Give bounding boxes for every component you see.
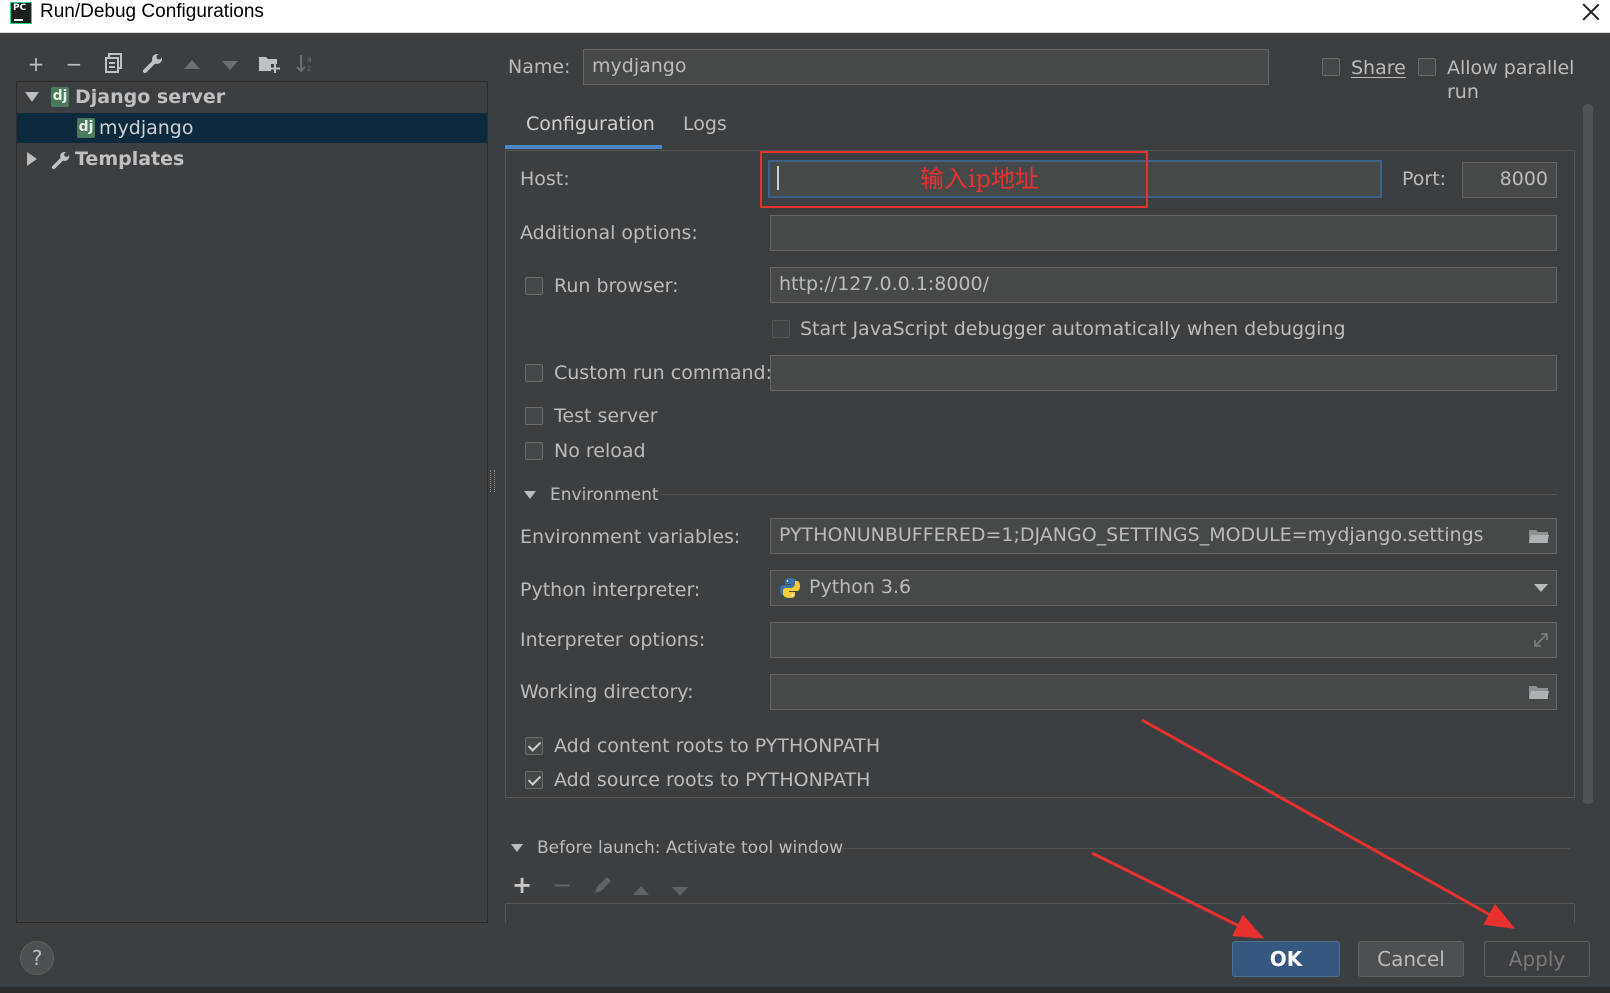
annotation-arrows xyxy=(1091,718,1516,939)
annotation-arrow-ok xyxy=(1091,851,1265,939)
annotation-arrow-apply xyxy=(1141,718,1516,929)
